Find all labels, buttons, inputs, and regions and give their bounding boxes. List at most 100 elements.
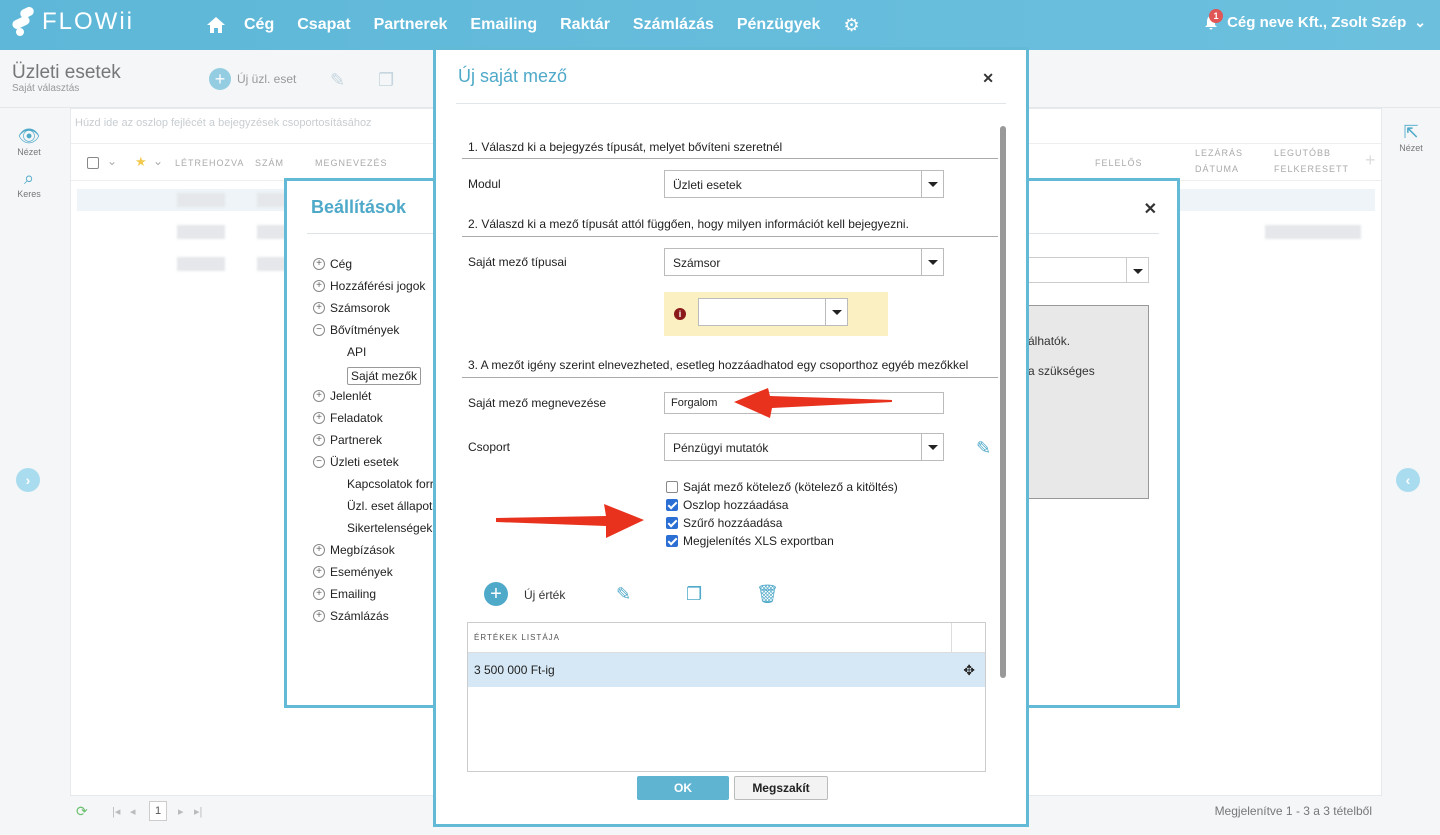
chevron-down-icon bbox=[825, 299, 847, 325]
refresh-icon[interactable]: ⟳ bbox=[76, 803, 88, 820]
search-toggle[interactable]: ⌕ Keres bbox=[0, 168, 58, 200]
star-icon[interactable]: ★ bbox=[135, 154, 147, 170]
module-select[interactable]: Üzleti esetek bbox=[664, 170, 944, 198]
pencil-icon[interactable]: ✎ bbox=[330, 70, 345, 91]
column-checkbox-row[interactable]: Oszlop hozzáadása bbox=[666, 498, 788, 512]
chevron-down-icon[interactable]: ⌄ bbox=[153, 154, 163, 168]
expand-icon[interactable]: + bbox=[313, 544, 325, 556]
filter-checkbox[interactable] bbox=[666, 517, 678, 529]
user-menu[interactable]: 1 Cég neve Kft., Zsolt Szép ⌄ bbox=[1203, 8, 1426, 31]
settings-select[interactable] bbox=[1027, 257, 1149, 283]
collapse-right-icon[interactable]: ‹ bbox=[1396, 468, 1420, 492]
tree-item[interactable]: + Események bbox=[313, 565, 393, 579]
home-icon[interactable] bbox=[206, 16, 226, 34]
tree-item[interactable]: Sikertelenségek o bbox=[347, 521, 442, 535]
next-page-icon[interactable]: ▸ bbox=[178, 805, 184, 818]
plus-icon: + bbox=[209, 68, 231, 90]
nav-penzugyek[interactable]: Pénzügyek bbox=[737, 16, 821, 34]
column-checkbox[interactable] bbox=[666, 499, 678, 511]
required-checkbox-row[interactable]: Saját mező kötelező (kötelező a kitöltés… bbox=[666, 480, 898, 494]
gear-icon[interactable]: ⚙ bbox=[843, 15, 859, 36]
last-page-icon[interactable]: ▸| bbox=[194, 805, 202, 818]
plus-icon[interactable]: + bbox=[484, 582, 508, 606]
ok-button[interactable]: OK bbox=[637, 776, 729, 800]
new-deal-button[interactable]: + Új üzl. eset bbox=[209, 68, 296, 90]
close-icon[interactable]: ✕ bbox=[1144, 199, 1157, 219]
cancel-button[interactable]: Megszakít bbox=[734, 776, 828, 800]
chevron-down-icon bbox=[1126, 258, 1148, 282]
edit-group-pencil-icon[interactable]: ✎ bbox=[976, 438, 991, 459]
col-szam[interactable]: SZÁM bbox=[255, 158, 284, 168]
logo[interactable]: FLOWii bbox=[10, 5, 134, 36]
tree-item[interactable]: + Feladatok bbox=[313, 411, 383, 425]
collapse-icon[interactable]: − bbox=[313, 456, 325, 468]
nav-raktar[interactable]: Raktár bbox=[560, 16, 610, 34]
required-checkbox[interactable] bbox=[666, 481, 678, 493]
expand-icon[interactable]: + bbox=[313, 610, 325, 622]
move-icon[interactable]: ✥ bbox=[963, 662, 975, 679]
tree-item[interactable]: Üzl. eset állapota bbox=[347, 499, 439, 513]
select-all-checkbox[interactable] bbox=[87, 157, 99, 169]
prev-page-icon[interactable]: ◂ bbox=[130, 805, 136, 818]
col-letrehozva[interactable]: LÉTREHOZVA bbox=[175, 158, 244, 168]
col-legutobb[interactable]: LEGUTÓBB bbox=[1274, 148, 1331, 158]
first-page-icon[interactable]: |◂ bbox=[112, 805, 120, 818]
type-label: Saját mező típusai bbox=[468, 255, 567, 269]
tree-item[interactable]: API bbox=[347, 345, 366, 359]
nav-ceg[interactable]: Cég bbox=[244, 16, 274, 34]
tree-item[interactable]: + Hozzáférési jogok bbox=[313, 279, 425, 293]
expand-icon[interactable]: + bbox=[313, 434, 325, 446]
tree-item[interactable]: − Üzleti esetek bbox=[313, 455, 399, 469]
view-toggle[interactable]: 👁 Nézet bbox=[0, 126, 58, 158]
tree-item[interactable]: − Bővítmények bbox=[313, 323, 399, 337]
view-external[interactable]: ⇱ Nézet bbox=[1382, 122, 1440, 154]
tree-item[interactable]: + Cég bbox=[313, 257, 352, 271]
copy-icon[interactable]: ❐ bbox=[686, 584, 702, 605]
tree-item[interactable]: Kapcsolatok forr bbox=[347, 477, 434, 491]
scrollbar[interactable] bbox=[1000, 126, 1006, 678]
tree-item[interactable]: + Megbízások bbox=[313, 543, 395, 557]
nav-szamlazas[interactable]: Számlázás bbox=[633, 16, 714, 34]
page-number[interactable]: 1 bbox=[149, 801, 167, 821]
col-lezaras[interactable]: LEZÁRÁS bbox=[1195, 148, 1243, 158]
group-select[interactable]: Pénzügyi mutatók bbox=[664, 433, 944, 461]
expand-left-icon[interactable]: › bbox=[16, 468, 40, 492]
nav-csapat[interactable]: Csapat bbox=[297, 16, 350, 34]
nav-partnerek[interactable]: Partnerek bbox=[374, 16, 448, 34]
expand-icon[interactable]: + bbox=[313, 588, 325, 600]
expand-icon[interactable]: + bbox=[313, 412, 325, 424]
expand-icon[interactable]: + bbox=[313, 390, 325, 402]
type-select[interactable]: Számsor bbox=[664, 248, 944, 276]
tree-item[interactable]: + Partnerek bbox=[313, 433, 382, 447]
table-row[interactable]: 3 500 000 Ft-ig ✥ bbox=[468, 653, 985, 687]
tree-item[interactable]: Saját mezők bbox=[347, 367, 422, 385]
col-megnevezes[interactable]: MEGNEVEZÉS bbox=[315, 158, 388, 168]
page-subtitle[interactable]: Saját választás bbox=[12, 83, 79, 94]
xls-checkbox[interactable] bbox=[666, 535, 678, 547]
copy-icon[interactable]: ❐ bbox=[378, 70, 394, 91]
close-icon[interactable]: ✕ bbox=[982, 70, 994, 87]
bell-icon[interactable]: 1 bbox=[1203, 8, 1224, 31]
expand-icon[interactable]: + bbox=[313, 280, 325, 292]
pencil-icon[interactable]: ✎ bbox=[616, 584, 631, 605]
tree-item[interactable]: + Emailing bbox=[313, 587, 376, 601]
tree-item[interactable]: + Számlázás bbox=[313, 609, 389, 623]
collapse-icon[interactable]: − bbox=[313, 324, 325, 336]
numbering-select[interactable] bbox=[698, 298, 848, 326]
expand-icon[interactable]: + bbox=[313, 258, 325, 270]
expand-icon[interactable]: + bbox=[313, 566, 325, 578]
tree-item[interactable]: + Jelenlét bbox=[313, 389, 371, 403]
new-value-label[interactable]: Új érték bbox=[524, 588, 565, 602]
filter-checkbox-row[interactable]: Szűrő hozzáadása bbox=[666, 516, 782, 530]
trash-icon[interactable]: 🗑 bbox=[756, 584, 779, 605]
tree-item[interactable]: + Számsorok bbox=[313, 301, 390, 315]
xls-checkbox-row[interactable]: Megjelenítés XLS exportban bbox=[666, 534, 834, 548]
nav-emailing[interactable]: Emailing bbox=[470, 16, 537, 34]
add-column-icon[interactable]: + bbox=[1365, 150, 1376, 171]
chevron-down-icon[interactable]: ⌄ bbox=[1414, 14, 1426, 31]
expand-icon[interactable]: + bbox=[313, 302, 325, 314]
user-name[interactable]: Cég neve Kft., Zsolt Szép bbox=[1227, 14, 1406, 31]
chevron-down-icon[interactable]: ⌄ bbox=[107, 154, 117, 168]
col-felelos[interactable]: FELELŐS bbox=[1095, 158, 1143, 168]
tree-item-label: Események bbox=[330, 565, 393, 579]
